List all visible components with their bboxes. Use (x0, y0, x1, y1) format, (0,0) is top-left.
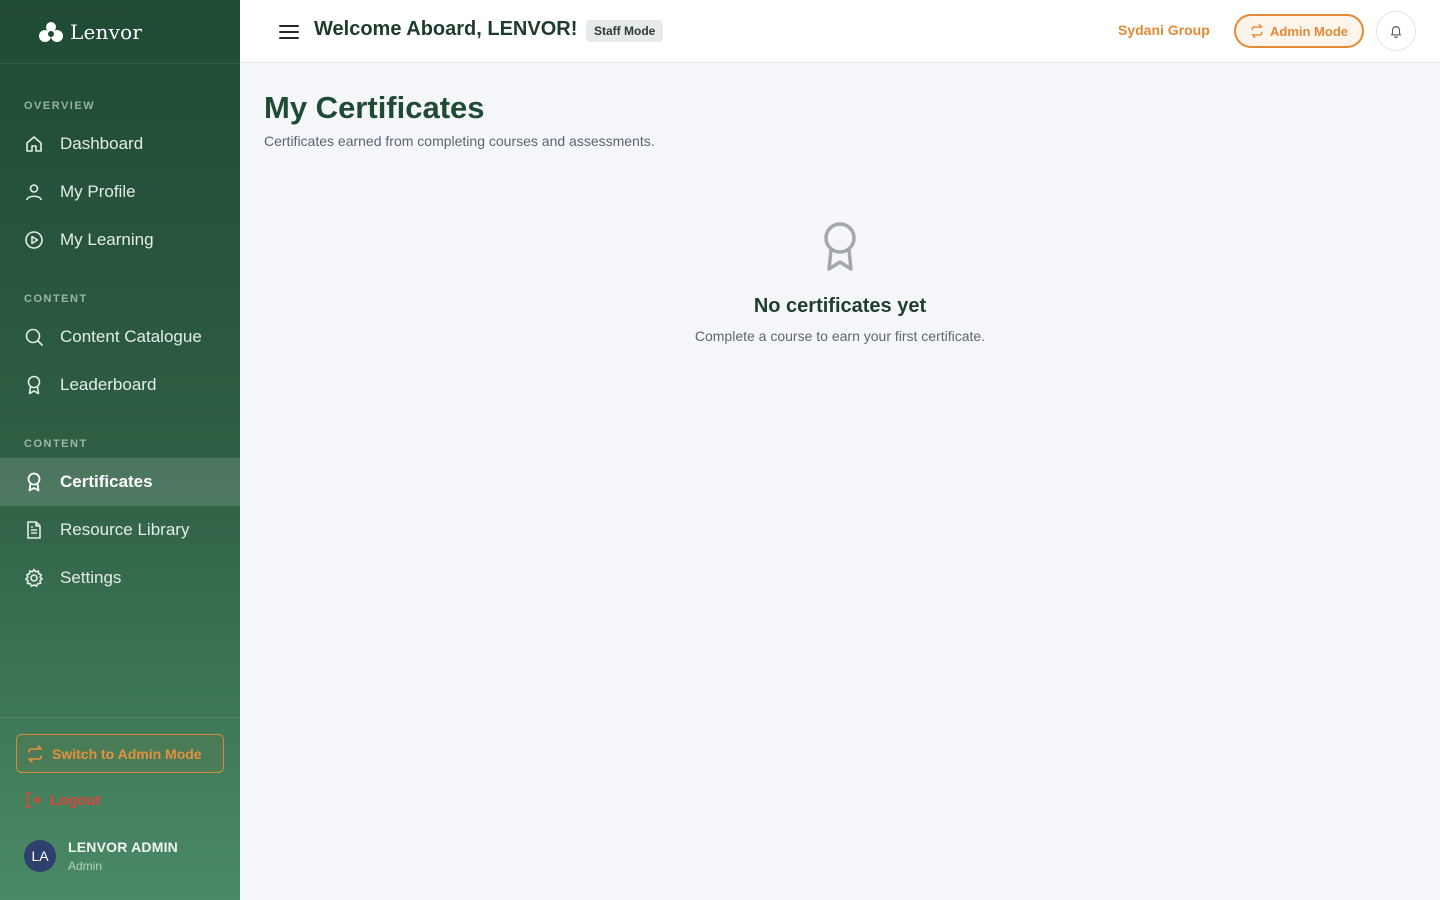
sidebar-footer: Switch to Admin Mode Logout LA LENVOR AD… (0, 717, 240, 900)
notifications-button[interactable] (1376, 11, 1416, 51)
switch-icon (28, 744, 42, 763)
play-circle-icon (24, 230, 44, 250)
mode-badge: Staff Mode (586, 20, 664, 42)
sidebar-item-my-profile[interactable]: My Profile (0, 168, 240, 216)
award-icon (824, 222, 856, 271)
user-role: Admin (68, 859, 103, 873)
brand-name: Lenvor (70, 19, 143, 44)
empty-state-subtitle: Complete a course to earn your first cer… (694, 328, 986, 344)
award-icon (24, 472, 44, 492)
user-icon (24, 182, 44, 202)
sidebar-item-label: Resource Library (60, 520, 190, 539)
switch-to-admin-button[interactable]: Switch to Admin Mode (16, 734, 224, 773)
section-label-overview: OVERVIEW (24, 100, 96, 112)
sidebar-item-label: My Learning (60, 230, 154, 249)
sidebar-item-content-catalogue[interactable]: Content Catalogue (0, 313, 240, 361)
home-icon (24, 134, 44, 154)
switch-icon (1251, 24, 1263, 38)
avatar: LA (24, 840, 56, 872)
welcome-title: Welcome Aboard, LENVOR! (314, 18, 578, 40)
document-icon (24, 520, 44, 540)
sidebar-item-label: My Profile (60, 182, 136, 201)
search-icon (24, 327, 44, 347)
sidebar-item-settings[interactable]: Settings (0, 554, 240, 602)
brand[interactable]: Lenvor (0, 0, 240, 64)
sidebar-item-dashboard[interactable]: Dashboard (0, 120, 240, 168)
lenvor-logo-icon (39, 21, 63, 42)
sidebar-item-label: Dashboard (60, 134, 144, 153)
admin-mode-button[interactable]: Admin Mode (1234, 14, 1364, 48)
sidebar-item-resource-library[interactable]: Resource Library (0, 506, 240, 554)
top-header: Welcome Aboard, LENVOR! Staff Mode Sydan… (240, 0, 1440, 63)
logout-icon (26, 792, 41, 808)
award-icon (24, 375, 44, 395)
sidebar-item-my-learning[interactable]: My Learning (0, 216, 240, 264)
section-label-content-2: CONTENT (24, 438, 88, 450)
empty-state-title: No certificates yet (753, 295, 927, 317)
page-title: My Certificates (264, 90, 485, 125)
sidebar-item-label: Settings (60, 568, 122, 587)
sidebar-item-label: Content Catalogue (60, 327, 202, 346)
sidebar-item-label: Certificates (60, 472, 153, 491)
hamburger-icon (279, 25, 299, 39)
menu-button[interactable] (278, 21, 300, 43)
user-name: LENVOR ADMIN (68, 839, 178, 855)
logout-button[interactable]: Logout (24, 791, 101, 809)
bell-icon (1391, 26, 1401, 38)
org-name[interactable]: Sydani Group (1118, 22, 1210, 38)
sidebar-item-certificates[interactable]: Certificates (0, 458, 240, 506)
gear-icon (24, 568, 44, 588)
sidebar-item-label: Leaderboard (60, 375, 157, 394)
switch-to-admin-label: Switch to Admin Mode (52, 745, 202, 762)
page-subtitle: Certificates earned from completing cour… (264, 133, 655, 149)
logout-label: Logout (50, 791, 101, 809)
user-card[interactable]: LA LENVOR ADMIN Admin (24, 839, 178, 873)
user-info: LENVOR ADMIN Admin (68, 839, 178, 873)
admin-mode-label: Admin Mode (1270, 23, 1348, 39)
section-label-content: CONTENT (24, 293, 88, 305)
sidebar-item-leaderboard[interactable]: Leaderboard (0, 361, 240, 409)
sidebar: Lenvor OVERVIEW Dashboard My Profile My … (0, 0, 240, 900)
empty-state: No certificates yet Complete a course to… (640, 222, 1040, 344)
